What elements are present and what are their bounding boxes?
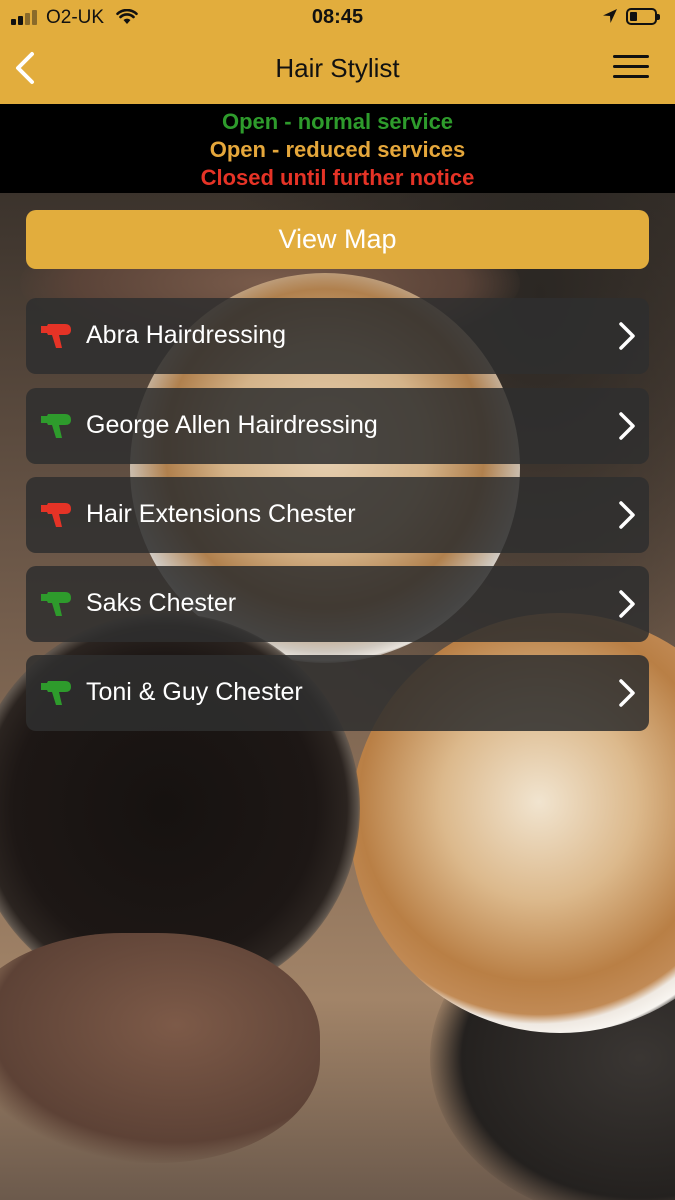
clock: 08:45 <box>311 6 364 28</box>
list-item[interactable]: Hair Extensions Chester <box>26 477 649 553</box>
chevron-right-icon <box>619 679 635 707</box>
legend-open-reduced: Open - reduced services <box>209 137 466 162</box>
list-item-label: Saks Chester <box>86 589 237 617</box>
list-item[interactable]: Toni & Guy Chester <box>26 655 649 731</box>
status-legend: Open - normal service Open - reduced ser… <box>0 104 675 193</box>
hair-dryer-icon <box>41 324 71 348</box>
hair-dryer-icon <box>41 681 71 705</box>
list-item-label: Hair Extensions Chester <box>86 500 356 528</box>
legend-closed: Closed until further notice <box>200 165 475 190</box>
chevron-right-icon <box>619 322 635 350</box>
hamburger-menu-icon[interactable] <box>613 55 649 79</box>
background-hand <box>0 933 320 1163</box>
location-arrow-icon <box>603 9 617 23</box>
list-item-label: Toni & Guy Chester <box>86 678 303 706</box>
top-bar: O2-UK 08:45 Hair Stylist <box>0 0 675 104</box>
list-item[interactable]: Abra Hairdressing <box>26 298 649 374</box>
hair-dryer-icon <box>41 503 71 527</box>
status-bar: O2-UK 08:45 <box>0 0 675 34</box>
list-item[interactable]: George Allen Hairdressing <box>26 388 649 464</box>
page-title: Hair Stylist <box>275 53 400 83</box>
list-item[interactable]: Saks Chester <box>26 566 649 642</box>
list-item-label: George Allen Hairdressing <box>86 411 378 439</box>
hair-dryer-icon <box>41 414 71 438</box>
chevron-right-icon <box>619 501 635 529</box>
view-map-button[interactable]: View Map <box>26 210 649 269</box>
list-item-label: Abra Hairdressing <box>86 321 287 349</box>
legend-open-normal: Open - normal service <box>221 109 454 134</box>
chevron-right-icon <box>619 412 635 440</box>
hair-dryer-icon <box>41 592 71 616</box>
battery-icon <box>626 8 660 25</box>
chevron-right-icon <box>619 590 635 618</box>
